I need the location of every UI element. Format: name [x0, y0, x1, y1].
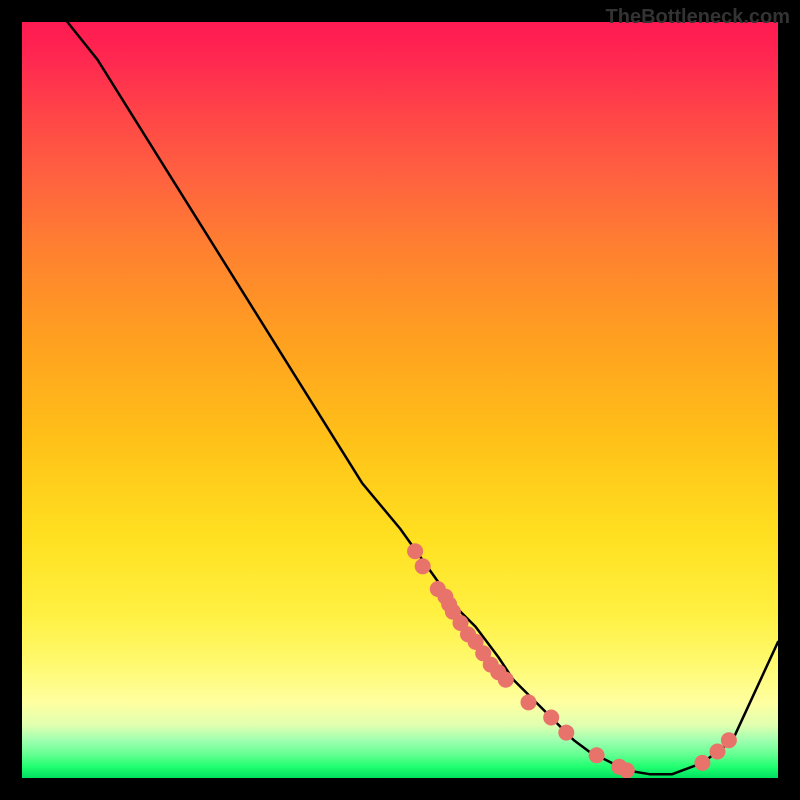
chart-svg	[22, 22, 778, 778]
data-point	[521, 694, 537, 710]
data-point	[415, 558, 431, 574]
data-point	[710, 744, 726, 760]
data-point	[558, 725, 574, 741]
data-point	[589, 747, 605, 763]
data-point	[721, 732, 737, 748]
curve-line	[67, 22, 778, 774]
data-point	[498, 672, 514, 688]
data-point	[407, 543, 423, 559]
plot-area	[22, 22, 778, 778]
data-point	[543, 710, 559, 726]
watermark-text: TheBottleneck.com	[606, 6, 790, 29]
data-point	[619, 762, 635, 778]
chart-container: TheBottleneck.com	[0, 0, 800, 800]
data-point	[694, 755, 710, 771]
scatter-points	[407, 543, 737, 778]
